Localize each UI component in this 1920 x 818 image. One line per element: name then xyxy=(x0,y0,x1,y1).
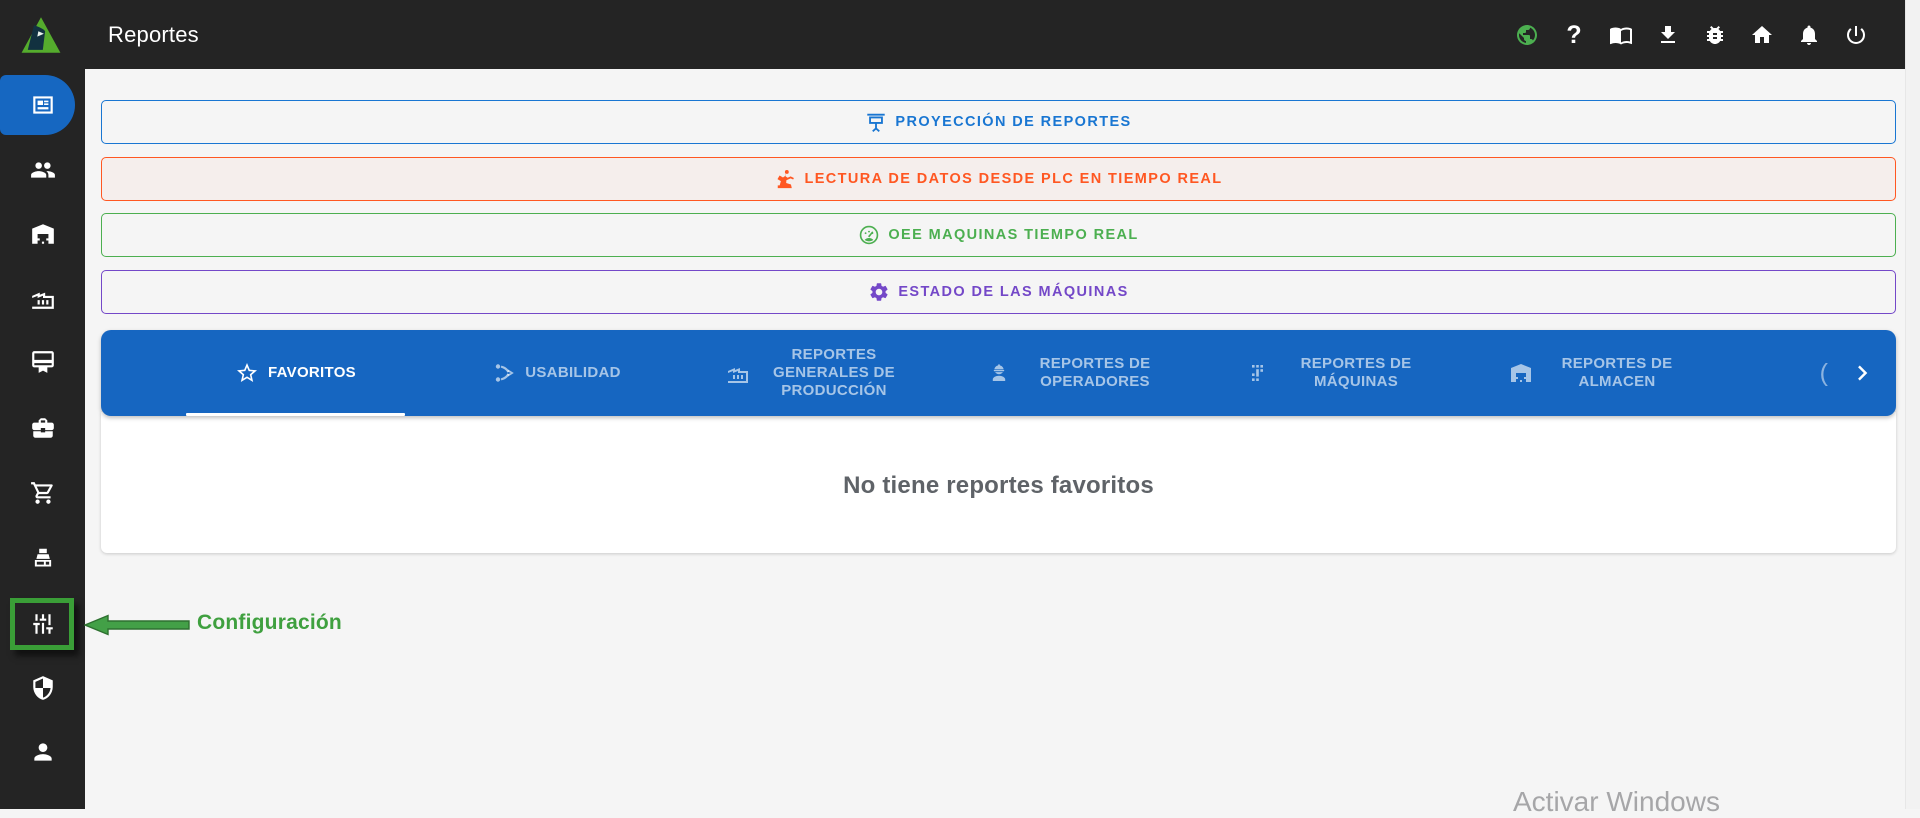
triangle-logo-icon xyxy=(21,16,61,53)
cash-register-icon xyxy=(34,548,51,567)
reports-article-icon xyxy=(32,96,53,114)
warehouse-icon xyxy=(1511,364,1531,382)
shield-icon xyxy=(32,676,53,700)
button-label: ESTADO DE LAS MÁQUINAS xyxy=(898,284,1129,300)
left-arrow-annotation-icon xyxy=(84,614,190,636)
tab-overflow-area: ( xyxy=(1820,330,1896,416)
briefcase-icon xyxy=(31,418,54,438)
download-icon[interactable] xyxy=(1656,23,1680,47)
tab-label: REPORTES DE ALMACEN xyxy=(1561,355,1673,390)
help-icon[interactable]: ? xyxy=(1562,22,1586,47)
home-icon[interactable] xyxy=(1750,23,1774,47)
tab-label: REPORTES DE MÁQUINAS xyxy=(1300,355,1412,390)
annotation-highlight-box xyxy=(10,598,74,650)
button-label: OEE MAQUINAS TIEMPO REAL xyxy=(888,227,1139,243)
tab-reportes-operadores[interactable]: REPORTES DE OPERADORES xyxy=(948,330,1209,416)
machine-status-button[interactable]: ESTADO DE LAS MÁQUINAS xyxy=(101,270,1896,314)
annotation-label: Configuración xyxy=(197,611,342,634)
gauge-icon xyxy=(860,225,879,245)
projection-screen-icon xyxy=(867,113,886,132)
windows-activation-watermark: Activar Windows xyxy=(1513,786,1720,817)
sidebar-item-profile[interactable] xyxy=(0,720,85,784)
button-label: LECTURA DE DATOS DESDE PLC EN TIEMPO REA… xyxy=(804,171,1223,187)
empty-favorites-message: No tiene reportes favoritos xyxy=(843,471,1154,499)
warehouse-icon xyxy=(31,224,54,244)
page-scrollbar[interactable] xyxy=(1905,0,1920,809)
page-title: Reportes xyxy=(108,21,199,47)
header-icon-bar: ? xyxy=(1515,22,1868,47)
usability-icon xyxy=(496,364,515,382)
clipped-tab-text: ( xyxy=(1819,358,1828,387)
chevron-right-icon[interactable] xyxy=(1848,360,1874,386)
sidebar-item-cash-register[interactable] xyxy=(0,526,85,590)
machine-icon xyxy=(1252,365,1263,381)
favorites-panel: No tiene reportes favoritos xyxy=(101,412,1896,553)
app-header: Reportes ? xyxy=(0,0,1905,69)
card-membership-icon xyxy=(31,351,54,373)
shopping-cart-icon xyxy=(30,482,53,504)
tab-reportes-generales-produccion[interactable]: REPORTES GENERALES DE PRODUCCIÓN xyxy=(687,330,948,416)
app-logo[interactable] xyxy=(20,16,62,54)
button-label: PROYECCIÓN DE REPORTES xyxy=(895,114,1132,130)
tab-reportes-maquinas[interactable]: REPORTES DE MÁQUINAS xyxy=(1209,330,1470,416)
tab-favoritos[interactable]: FAVORITOS xyxy=(165,330,426,416)
sidebar-item-sales[interactable] xyxy=(0,461,85,525)
sidebar-item-security[interactable] xyxy=(0,656,85,720)
people-icon xyxy=(30,162,55,178)
operator-icon xyxy=(992,364,1006,381)
sidebar-item-people[interactable] xyxy=(0,138,85,202)
tab-reportes-almacen[interactable]: REPORTES DE ALMACEN xyxy=(1470,330,1731,416)
oee-realtime-button[interactable]: OEE MAQUINAS TIEMPO REAL xyxy=(101,213,1896,257)
tab-usabilidad[interactable]: USABILIDAD xyxy=(426,330,687,416)
projection-reports-button[interactable]: PROYECCIÓN DE REPORTES xyxy=(101,100,1896,144)
robot-arm-icon xyxy=(777,170,795,189)
gear-icon xyxy=(870,283,888,301)
notifications-icon[interactable] xyxy=(1797,23,1821,47)
sidebar-nav xyxy=(0,69,85,809)
sidebar-item-business[interactable] xyxy=(0,396,85,460)
factory-icon xyxy=(728,368,748,383)
manual-book-icon[interactable] xyxy=(1609,23,1633,47)
active-tab-underline xyxy=(186,413,405,416)
tab-label: REPORTES GENERALES DE PRODUCCIÓN xyxy=(773,346,895,399)
sidebar-item-factory[interactable] xyxy=(0,266,85,330)
plc-realtime-button[interactable]: LECTURA DE DATOS DESDE PLC EN TIEMPO REA… xyxy=(101,157,1896,201)
reports-tab-bar: FAVORITOS USABILIDAD REPORTES GENERALES … xyxy=(101,330,1896,416)
tab-label: REPORTES DE OPERADORES xyxy=(1039,355,1151,390)
sidebar-item-reports-active[interactable] xyxy=(0,73,85,137)
tab-label: FAVORITOS xyxy=(268,364,356,382)
tab-label: USABILIDAD xyxy=(525,364,621,382)
globe-icon[interactable] xyxy=(1515,23,1539,47)
bug-icon[interactable] xyxy=(1703,23,1727,47)
person-icon xyxy=(33,743,52,761)
power-icon[interactable] xyxy=(1844,23,1868,47)
sidebar-item-certificates[interactable] xyxy=(0,330,85,394)
factory-icon xyxy=(31,292,54,309)
sidebar-item-warehouse[interactable] xyxy=(0,202,85,266)
star-icon xyxy=(237,363,257,382)
